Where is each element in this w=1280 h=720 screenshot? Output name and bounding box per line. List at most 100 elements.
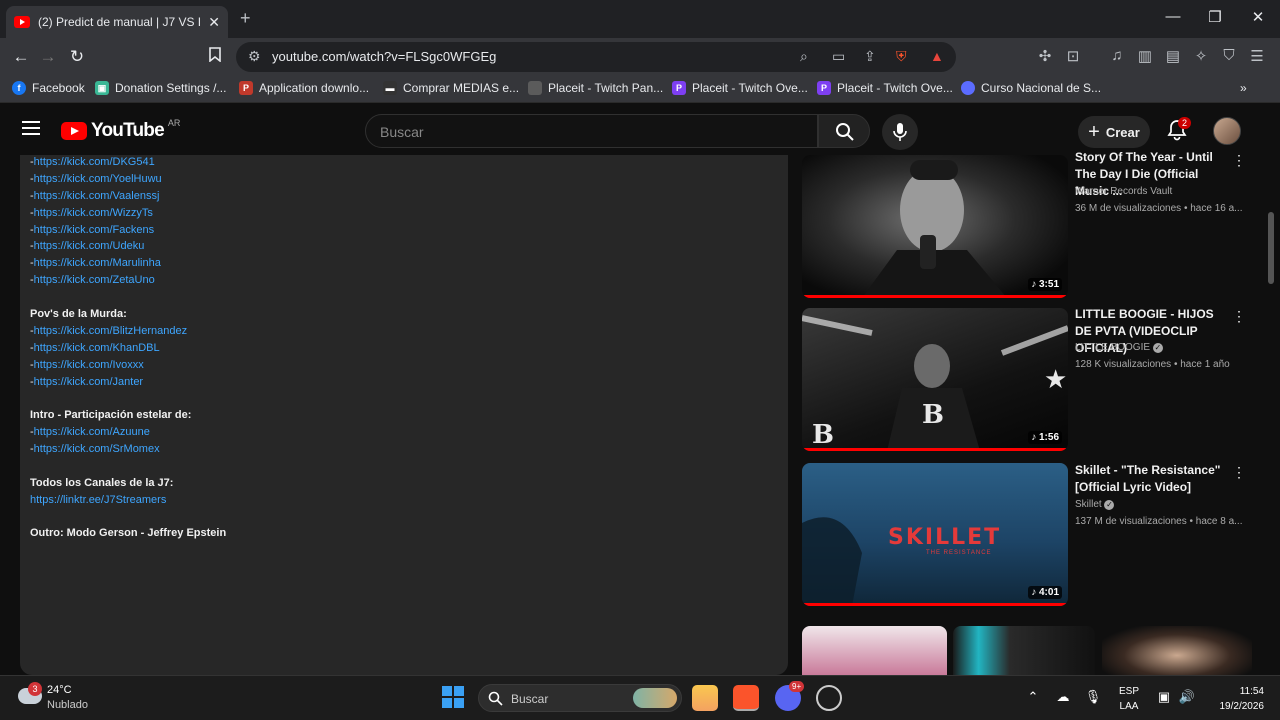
video-title[interactable]: Skillet - "The Resistance" [Official Lyr… (1075, 462, 1230, 496)
description-link[interactable]: https://kick.com/KhanDBL (34, 342, 160, 354)
watch-progress-bar (802, 295, 1068, 298)
taskbar-search[interactable]: Buscar (478, 684, 682, 712)
screenshot-icon[interactable]: ⊡ (1062, 47, 1084, 65)
brave-shields-icon[interactable]: ⛨ (896, 48, 907, 65)
search-input[interactable]: Buscar (365, 114, 818, 148)
clock[interactable]: 11:54 19/2/2026 (1206, 684, 1265, 714)
watch-progress-bar (802, 448, 1068, 451)
cast-icon[interactable]: ▭ (832, 48, 845, 65)
description-link[interactable]: https://kick.com/BlitzHernandez (34, 325, 187, 337)
video-meta: 137 M de visualizaciones • hace 8 a... (1075, 516, 1243, 527)
search-placeholder: Buscar (380, 124, 424, 140)
temperature[interactable]: 24°C (47, 684, 72, 696)
description-link[interactable]: https://kick.com/YoelHuwu (34, 173, 162, 185)
forward-icon[interactable]: → (37, 47, 59, 67)
bookmark-facebook[interactable]: f Facebook (12, 81, 85, 95)
brave-browser-icon[interactable] (733, 685, 759, 711)
network-icon[interactable]: ▣ (1154, 689, 1174, 705)
description-link[interactable]: https://kick.com/SrMomex (34, 443, 160, 455)
new-tab-icon[interactable]: + (240, 8, 251, 29)
extensions-icon[interactable]: ✣ (1034, 47, 1056, 65)
menu-icon[interactable]: ☰ (1246, 47, 1268, 65)
maximize-icon[interactable]: ❐ (1200, 8, 1230, 26)
description-link[interactable]: https://kick.com/Fackens (34, 224, 154, 236)
plus-icon: + (1088, 120, 1100, 143)
description-link[interactable]: https://linktr.ee/J7Streamers (30, 494, 166, 506)
close-tab-icon[interactable]: ✕ (208, 14, 220, 31)
minimize-icon[interactable]: — (1158, 8, 1188, 25)
start-button[interactable] (442, 686, 464, 708)
url-text[interactable]: youtube.com/watch?v=FLSgc0WFGEg (272, 49, 496, 64)
description-link[interactable]: https://kick.com/Janter (34, 376, 143, 388)
more-options-icon[interactable]: ⋮ (1232, 308, 1246, 325)
more-options-icon[interactable]: ⋮ (1232, 152, 1246, 169)
avatar[interactable] (1213, 117, 1241, 145)
video-thumbnail[interactable]: ♪ 3:51 (802, 155, 1068, 298)
channel-name[interactable]: Skillet ✓ (1075, 499, 1115, 510)
site-info-icon[interactable]: ⚙ (248, 48, 261, 65)
scrollbar[interactable] (1268, 212, 1274, 284)
short-thumbnail[interactable] (1102, 626, 1252, 675)
wallet-icon[interactable]: ▤ (1162, 47, 1184, 65)
notification-badge: 2 (1178, 117, 1192, 129)
search-icon (836, 123, 854, 141)
share-icon[interactable]: ⇪ (864, 48, 876, 65)
chevron-up-icon[interactable]: ⌃ (1023, 689, 1043, 705)
language-indicator[interactable]: ESP LAA (1117, 684, 1141, 714)
bookmark-comprar-medias[interactable]: ▬ Comprar MEDIAS e... (383, 81, 519, 95)
address-bar[interactable]: ⚙ youtube.com/watch?v=FLSgc0WFGEg ⌕ ▭ ⇪ … (236, 42, 956, 72)
brave-rewards-icon[interactable]: ▲ (930, 48, 944, 64)
search-button[interactable] (818, 114, 870, 148)
description-link[interactable]: https://kick.com/Azuune (34, 426, 150, 438)
reload-icon[interactable]: ↻ (66, 47, 88, 67)
bookmark-icon[interactable] (204, 47, 226, 67)
more-options-icon[interactable]: ⋮ (1232, 464, 1246, 481)
sidebar-icon[interactable]: ▥ (1134, 47, 1156, 65)
onedrive-icon[interactable]: ☁ (1053, 689, 1073, 705)
guide-menu-icon[interactable] (22, 121, 40, 135)
more-bookmarks-icon[interactable]: » (1240, 81, 1247, 95)
close-window-icon[interactable]: ✕ (1243, 8, 1273, 26)
bookmark-label: Comprar MEDIAS e... (403, 81, 520, 95)
bookmark-placeit-panels[interactable]: Placeit - Twitch Pan... (528, 81, 663, 95)
bookmark-placeit-overlay-1[interactable]: P Placeit - Twitch Ove... (672, 81, 808, 95)
description-link[interactable]: https://kick.com/Udeku (34, 240, 145, 252)
video-thumbnail[interactable]: SKILLET THE RESISTANCE ♪ 4:01 (802, 463, 1068, 606)
volume-icon[interactable]: 🔊 (1177, 689, 1197, 705)
app-icon[interactable] (816, 685, 842, 711)
bookmark-application-download[interactable]: P Application downlo... (239, 81, 369, 95)
bookmark-curso-nacional[interactable]: Curso Nacional de S... (961, 81, 1101, 95)
channel-name[interactable]: LITTLE BOOGIE ✓ (1075, 342, 1163, 353)
zoom-icon[interactable]: ⌕ (800, 48, 808, 65)
search-label: Buscar (511, 692, 549, 706)
media-icon[interactable]: ♫ (1106, 47, 1128, 64)
leo-ai-icon[interactable]: ✧ (1190, 47, 1212, 65)
description-link[interactable]: https://kick.com/Ivoxxx (34, 359, 144, 371)
weather-condition[interactable]: Nublado (47, 699, 88, 711)
voice-search-button[interactable] (882, 114, 918, 150)
description-link[interactable]: https://kick.com/WizzyTs (34, 207, 153, 219)
video-thumbnail[interactable]: B B ★ ♪ 1:56 (802, 308, 1068, 451)
youtube-logo[interactable]: YouTube AR (61, 118, 180, 142)
watch-progress-bar (802, 603, 1068, 606)
description-line: -https://kick.com/BlitzHernandez (30, 325, 188, 337)
short-thumbnail[interactable] (953, 626, 1095, 675)
bookmark-label: Curso Nacional de S... (981, 81, 1102, 95)
file-explorer-icon[interactable] (692, 685, 718, 711)
create-button[interactable]: + Crear (1078, 116, 1150, 148)
bookmark-placeit-overlay-2[interactable]: P Placeit - Twitch Ove... (817, 81, 953, 95)
svg-text:B: B (812, 420, 834, 450)
microphone-icon[interactable]: 🎙 (1083, 689, 1103, 705)
description-link[interactable]: https://kick.com/DKG541 (34, 156, 155, 168)
description-heading: Todos los Canales de la J7: (30, 477, 174, 489)
vpn-icon[interactable]: ⛉ (1218, 47, 1240, 64)
browser-tab[interactable]: (2) Predict de manual | J7 VS La M ✕ (6, 6, 228, 38)
short-thumbnail[interactable] (802, 626, 947, 675)
back-icon[interactable]: ← (10, 47, 32, 67)
channel-name[interactable]: Warner Records Vault (1075, 186, 1172, 197)
bookmark-donation-settings[interactable]: ▣ Donation Settings /... (95, 81, 226, 95)
description-link[interactable]: https://kick.com/Vaalenssj (34, 190, 160, 202)
description-link[interactable]: https://kick.com/Marulinha (34, 257, 161, 269)
description-link[interactable]: https://kick.com/ZetaUno (34, 274, 155, 286)
placeit-p-icon: P (817, 81, 831, 95)
